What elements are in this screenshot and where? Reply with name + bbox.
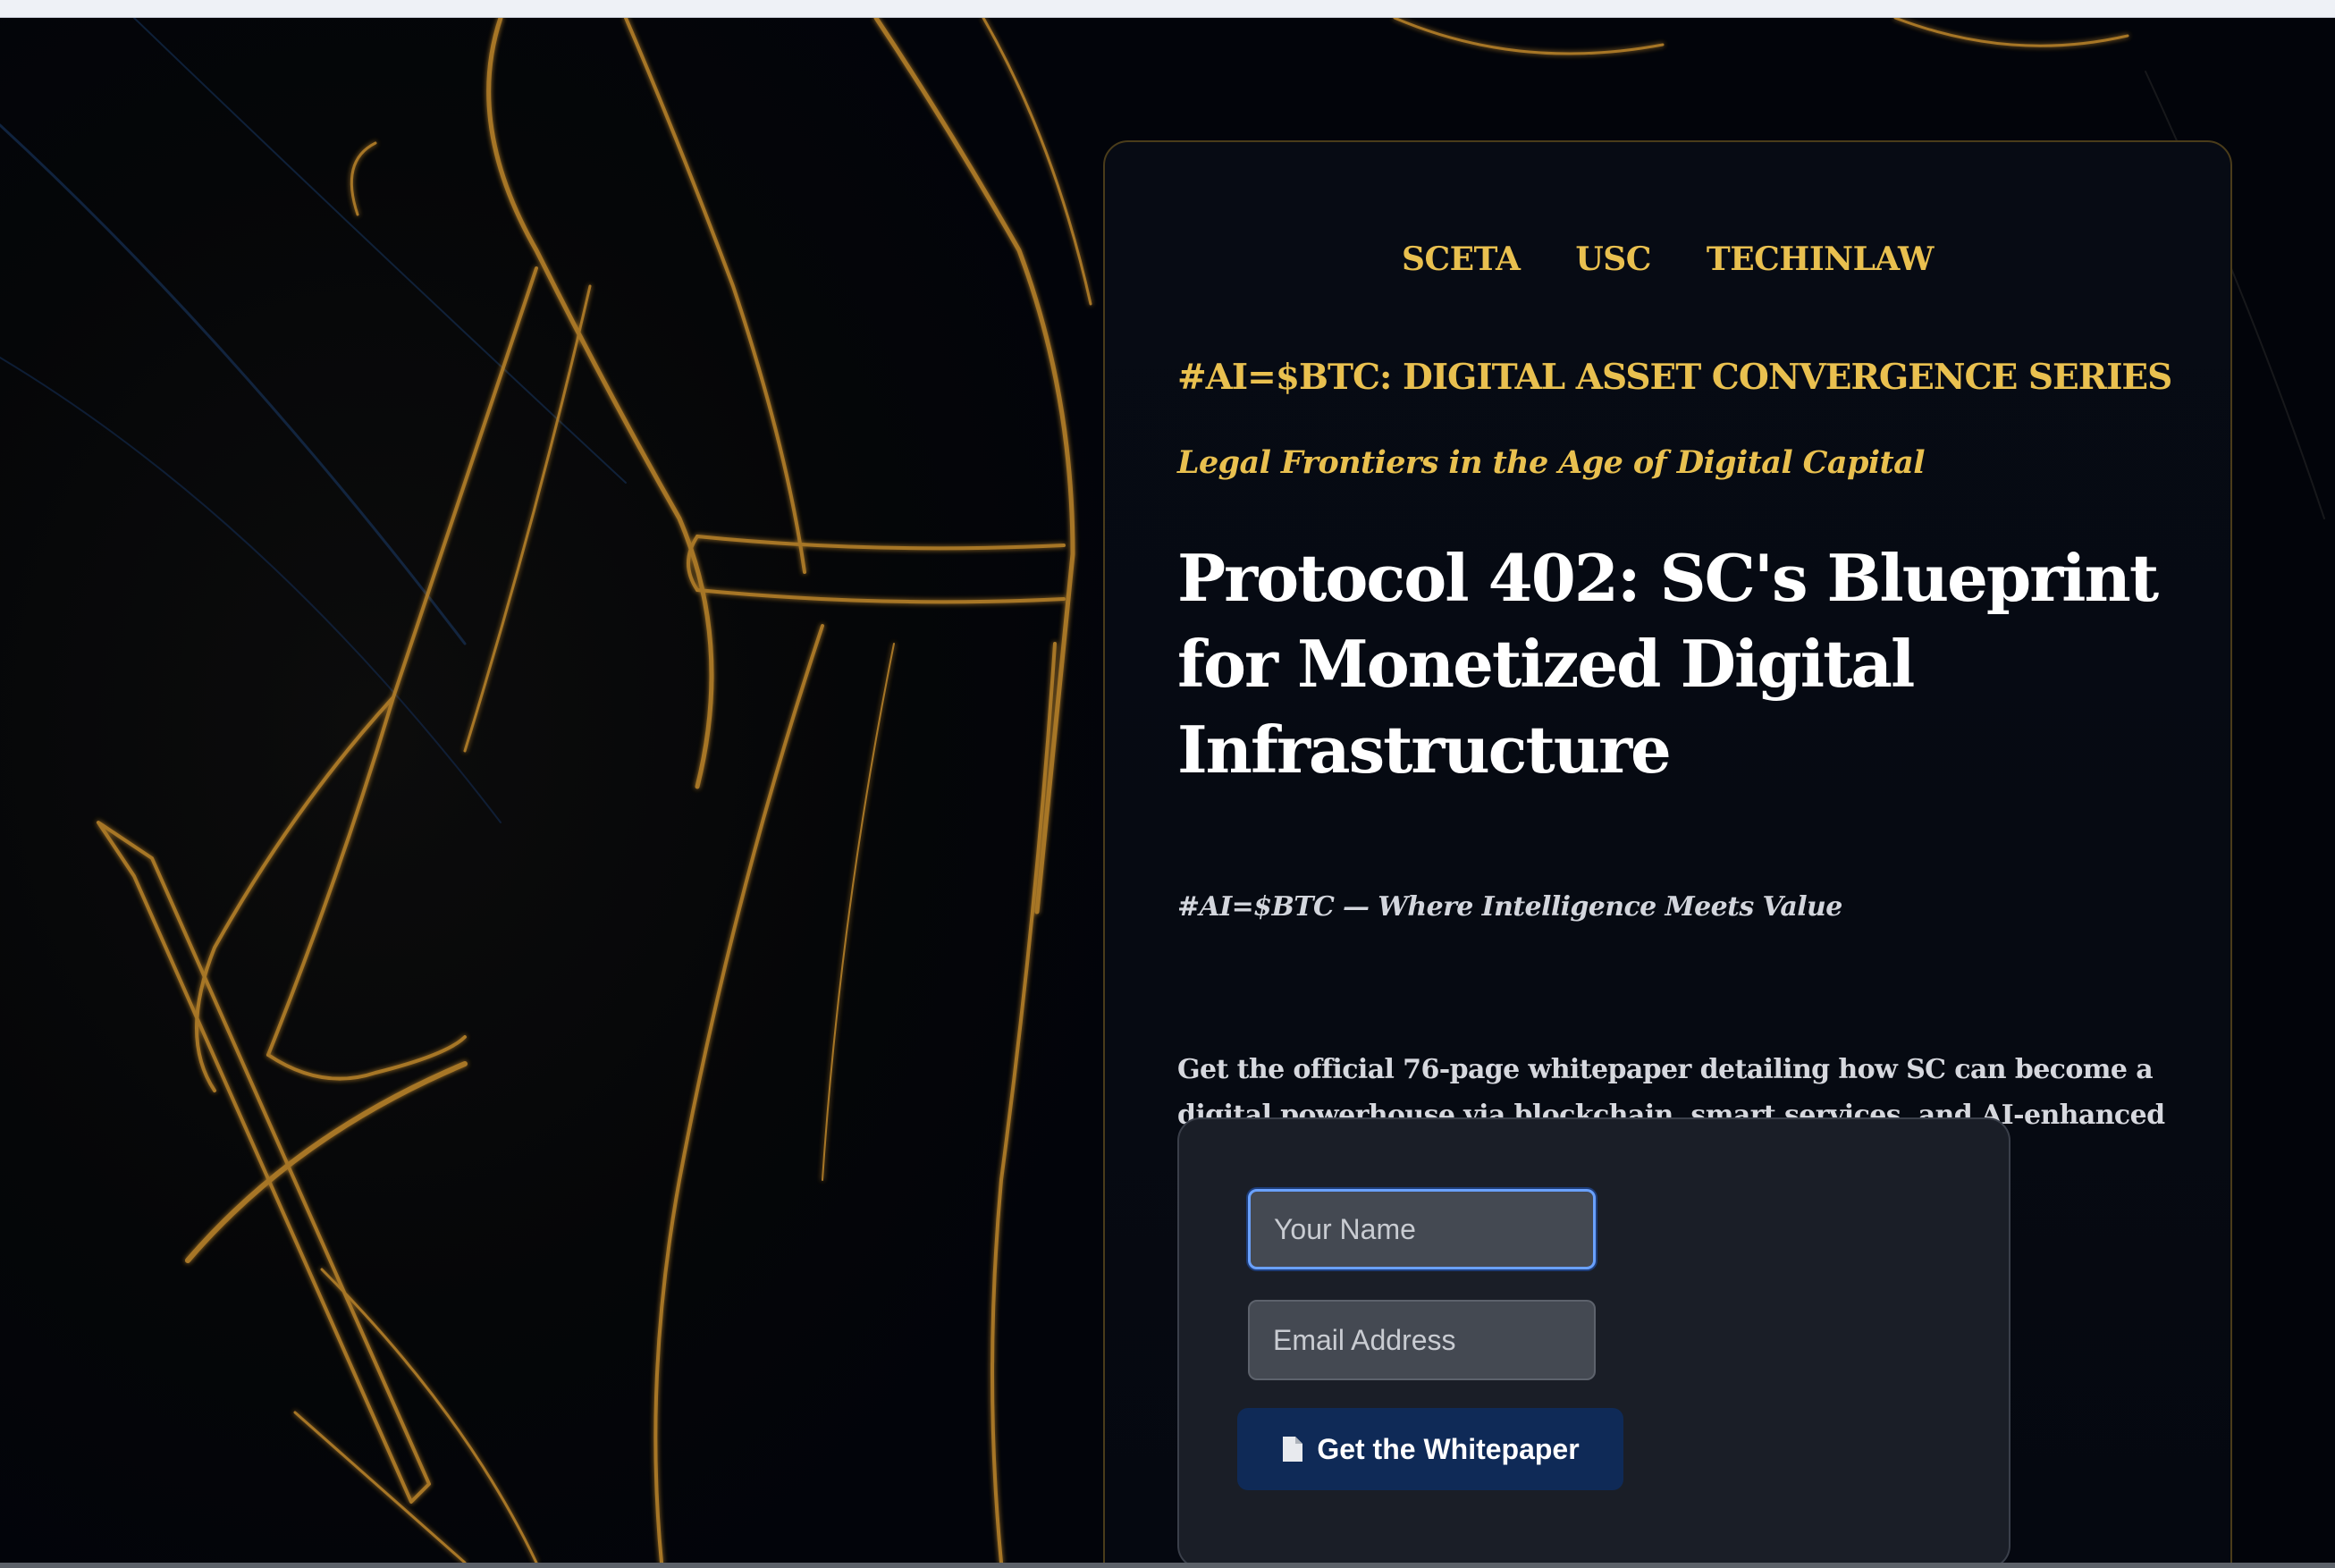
hero-section: SCETA USC TECHINLAW #AI=$BTC: DIGITAL AS…	[0, 18, 2335, 1563]
nav-link-techinlaw[interactable]: TECHINLAW	[1707, 240, 1935, 278]
nav-link-sceta[interactable]: SCETA	[1402, 240, 1521, 278]
window-bottom-edge	[0, 1563, 2335, 1568]
nav-link-usc[interactable]: USC	[1575, 240, 1651, 278]
partner-nav: SCETA USC TECHINLAW	[1105, 240, 2230, 278]
series-title: #AI=$BTC: DIGITAL ASSET CONVERGENCE SERI…	[1177, 357, 2172, 398]
tagline: Legal Frontiers in the Age of Digital Ca…	[1177, 444, 1925, 481]
whitepaper-card: SCETA USC TECHINLAW #AI=$BTC: DIGITAL AS…	[1103, 140, 2232, 1563]
motto: #AI=$BTC — Where Intelligence Meets Valu…	[1177, 891, 1842, 923]
page-title: Protocol 402: SC's Blueprint for Monetiz…	[1177, 540, 2159, 788]
email-input[interactable]	[1248, 1300, 1596, 1380]
get-whitepaper-button[interactable]: Get the Whitepaper	[1237, 1408, 1623, 1490]
document-icon	[1283, 1437, 1303, 1462]
browser-top-edge	[0, 0, 2335, 18]
get-whitepaper-label: Get the Whitepaper	[1317, 1432, 1580, 1465]
signup-form: Get the Whitepaper	[1177, 1117, 2010, 1563]
name-input[interactable]	[1248, 1189, 1596, 1269]
